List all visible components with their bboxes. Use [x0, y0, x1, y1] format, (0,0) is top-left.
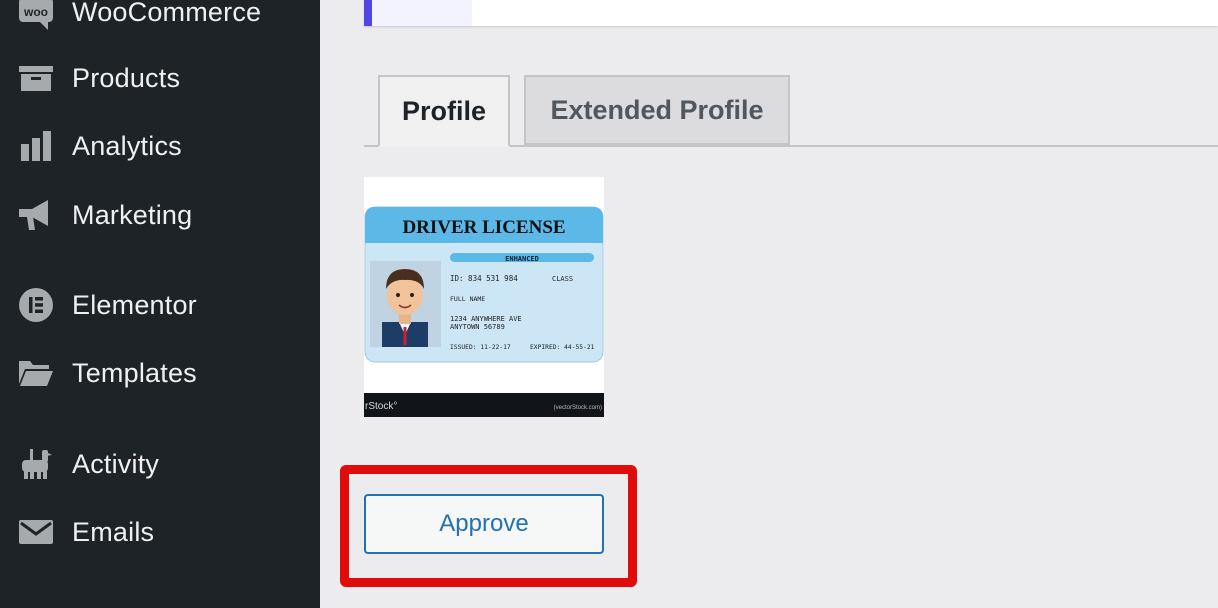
admin-sidebar: woo WooCommerce Products Analytics Marke… [0, 0, 320, 608]
sidebar-item-marketing[interactable]: Marketing [0, 187, 320, 243]
card-address-1: 1234 ANYWHERE AVE [450, 315, 522, 323]
archive-box-icon [18, 60, 54, 96]
sidebar-item-woocommerce[interactable]: woo WooCommerce [0, 0, 320, 40]
card-expired: EXPIRED: 44-55-21 [530, 344, 595, 351]
card-id: ID: 834 531 984 [450, 274, 518, 283]
watermark-left: rStock° [365, 401, 397, 412]
accent-bar [364, 0, 372, 26]
card-badge: ENHANCED [505, 255, 539, 263]
watermark-right: (vectorStock.com) [554, 405, 602, 411]
sidebar-item-products[interactable]: Products [0, 50, 320, 106]
tab-extended-profile[interactable]: Extended Profile [524, 75, 790, 145]
sidebar-item-emails[interactable]: Emails [0, 504, 320, 560]
activity-icon [18, 446, 54, 482]
elementor-icon [18, 287, 54, 323]
card-issued: ISSUED: 11-22-17 [450, 344, 511, 351]
top-panel [364, 0, 1218, 26]
sidebar-item-label: Elementor [72, 289, 197, 320]
sidebar-item-templates[interactable]: Templates [0, 345, 320, 401]
card-class: CLASS [552, 275, 573, 283]
sidebar-item-label: Emails [72, 516, 155, 547]
envelope-icon [18, 514, 54, 550]
bar-chart-icon [18, 128, 54, 164]
tab-profile[interactable]: Profile [378, 75, 510, 147]
sidebar-item-label: WooCommerce [72, 0, 262, 27]
main-content: Profile Extended Profile DRIVER LICENSE … [320, 0, 1218, 608]
approve-button[interactable]: Approve [364, 494, 604, 554]
sidebar-item-label: Analytics [72, 130, 182, 161]
megaphone-icon [18, 197, 54, 233]
card-title: DRIVER LICENSE [402, 217, 565, 238]
folder-icon [18, 355, 54, 391]
driver-license-image: DRIVER LICENSE ENHANCED ID: 834 531 984 … [364, 177, 604, 417]
sidebar-item-label: Marketing [72, 199, 193, 230]
sidebar-item-label: Templates [72, 357, 197, 388]
sidebar-item-label: Products [72, 62, 181, 93]
card-name: FULL NAME [450, 295, 485, 303]
svg-text:woo: woo [23, 5, 48, 19]
sidebar-item-elementor[interactable]: Elementor [0, 277, 320, 333]
sidebar-item-analytics[interactable]: Analytics [0, 118, 320, 174]
woo-icon: woo [18, 0, 54, 30]
panel-tint [372, 0, 472, 26]
card-address-2: ANYTOWN 56789 [450, 323, 505, 331]
sidebar-item-activity[interactable]: Activity [0, 436, 320, 492]
sidebar-item-label: Activity [72, 448, 160, 479]
